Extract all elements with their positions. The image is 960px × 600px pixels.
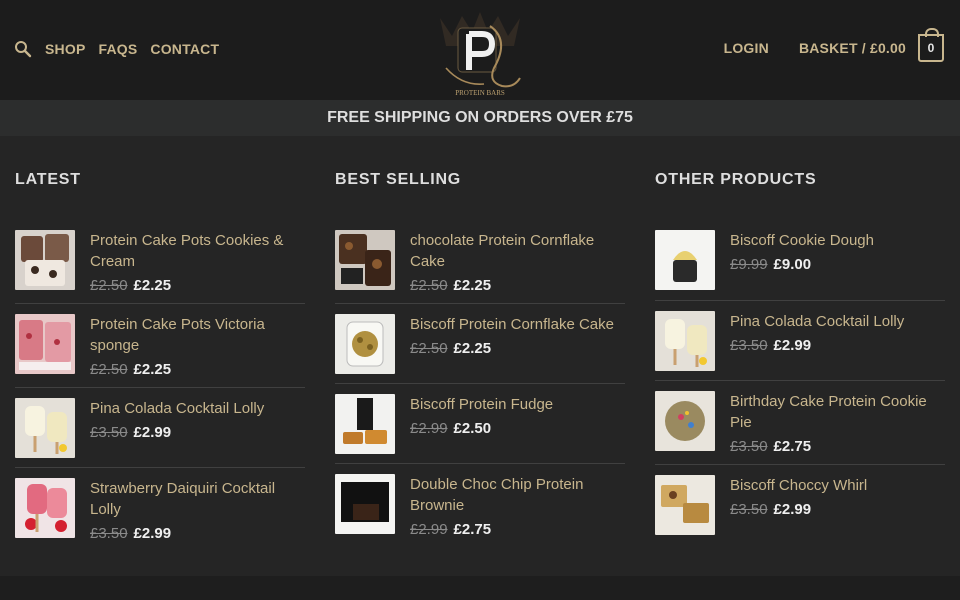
sale-price: £2.25 xyxy=(453,277,492,294)
product-thumbnail[interactable] xyxy=(655,475,715,535)
product-name[interactable]: Biscoff Choccy Whirl xyxy=(730,475,945,496)
product-thumbnail[interactable] xyxy=(335,474,395,534)
product-thumbnail[interactable] xyxy=(15,314,75,374)
product-thumbnail[interactable] xyxy=(15,230,75,290)
product-name[interactable]: Biscoff Protein Cornflake Cake xyxy=(410,314,625,335)
nav-shop[interactable]: SHOP xyxy=(45,41,85,57)
product-item[interactable]: Birthday Cake Protein Cookie Pie £3.50 £2.… xyxy=(655,381,945,465)
product-item[interactable]: Biscoff Cookie Dough £9.99 £9.00 xyxy=(655,230,945,301)
nav-contact[interactable]: CONTACT xyxy=(150,41,219,57)
product-item[interactable]: Pina Colada Cocktail Lolly £3.50 £2.99 xyxy=(655,301,945,381)
footer-bar xyxy=(0,576,960,600)
product-thumbnail[interactable] xyxy=(335,394,395,454)
account-nav: LOGIN BASKET / £0.00 0 xyxy=(724,28,944,62)
product-name[interactable]: Pina Colada Cocktail Lolly xyxy=(90,398,305,419)
product-item[interactable]: chocolate Protein Cornflake Cake £2.50 £2.… xyxy=(335,230,625,304)
column-title: OTHER PRODUCTS xyxy=(655,171,817,188)
product-name[interactable]: Strawberry Daiquiri Cocktail Lolly xyxy=(90,478,305,520)
product-item[interactable]: Double Choc Chip Protein Brownie £2.99 £2.… xyxy=(335,464,625,544)
product-item[interactable]: Biscoff Protein Fudge £2.99 £2.50 xyxy=(335,384,625,464)
product-name[interactable]: Pina Colada Cocktail Lolly xyxy=(730,311,945,332)
product-item[interactable]: Protein Cake Pots Victoria sponge £2.50 £2… xyxy=(15,304,305,388)
sale-price: £9.00 xyxy=(773,256,812,273)
logo-text: PROTEIN BARS xyxy=(455,89,505,97)
product-name[interactable]: Double Choc Chip Protein Brownie xyxy=(410,474,625,516)
old-price: £3.50 xyxy=(730,501,768,518)
product-name[interactable]: Biscoff Cookie Dough xyxy=(730,230,945,251)
product-thumbnail[interactable] xyxy=(15,398,75,458)
old-price: £2.99 xyxy=(410,420,448,437)
sale-price: £2.99 xyxy=(133,424,172,441)
product-item[interactable]: Strawberry Daiquiri Cocktail Lolly £3.50 £… xyxy=(15,468,305,548)
old-price: £2.50 xyxy=(410,340,448,357)
product-item[interactable]: Pina Colada Cocktail Lolly £3.50 £2.99 xyxy=(15,388,305,468)
product-item[interactable]: Biscoff Protein Cornflake Cake £2.50 £2.25 xyxy=(335,304,625,384)
old-price: £2.50 xyxy=(90,277,128,294)
product-thumbnail[interactable] xyxy=(15,478,75,538)
sale-price: £2.99 xyxy=(773,501,812,518)
nav-faqs[interactable]: FAQS xyxy=(98,41,137,57)
basket-count-badge[interactable]: 0 xyxy=(918,28,944,62)
column-title: LATEST xyxy=(15,171,81,188)
column-title: BEST SELLING xyxy=(335,171,462,188)
login-link[interactable]: LOGIN xyxy=(724,40,769,56)
search-icon[interactable] xyxy=(14,40,32,58)
sale-price: £2.25 xyxy=(133,277,172,294)
old-price: £9.99 xyxy=(730,256,768,273)
product-thumbnail[interactable] xyxy=(655,391,715,451)
sale-price: £2.75 xyxy=(453,521,492,538)
old-price: £3.50 xyxy=(90,424,128,441)
main-nav: SHOP FAQS CONTACT xyxy=(14,40,219,58)
product-name[interactable]: Protein Cake Pots Victoria sponge xyxy=(90,314,305,356)
site-header: SHOP FAQS CONTACT PROTEIN BARS LOGIN BAS… xyxy=(0,0,960,100)
basket-link[interactable]: BASKET / £0.00 xyxy=(799,40,906,56)
product-thumbnail[interactable] xyxy=(335,314,395,374)
sale-price: £2.99 xyxy=(773,337,812,354)
old-price: £2.99 xyxy=(410,521,448,538)
product-thumbnail[interactable] xyxy=(655,230,715,290)
sale-price: £2.75 xyxy=(773,438,812,455)
product-thumbnail[interactable] xyxy=(335,230,395,290)
product-thumbnail[interactable] xyxy=(655,311,715,371)
sale-price: £2.99 xyxy=(133,525,172,542)
old-price: £2.50 xyxy=(90,361,128,378)
product-name[interactable]: Birthday Cake Protein Cookie Pie xyxy=(730,391,945,433)
sale-price: £2.25 xyxy=(133,361,172,378)
sale-price: £2.25 xyxy=(453,340,492,357)
product-item[interactable]: Biscoff Choccy Whirl £3.50 £2.99 xyxy=(655,465,945,545)
product-name[interactable]: Protein Cake Pots Cookies & Cream xyxy=(90,230,305,272)
product-name[interactable]: chocolate Protein Cornflake Cake xyxy=(410,230,625,272)
old-price: £3.50 xyxy=(90,525,128,542)
product-item[interactable]: Protein Cake Pots Cookies & Cream £2.50 £2… xyxy=(15,230,305,304)
site-logo[interactable]: PROTEIN BARS xyxy=(432,6,528,98)
promo-banner: FREE SHIPPING ON ORDERS OVER £75 xyxy=(0,100,960,136)
sale-price: £2.50 xyxy=(453,420,492,437)
old-price: £3.50 xyxy=(730,337,768,354)
product-name[interactable]: Biscoff Protein Fudge xyxy=(410,394,625,415)
old-price: £3.50 xyxy=(730,438,768,455)
old-price: £2.50 xyxy=(410,277,448,294)
